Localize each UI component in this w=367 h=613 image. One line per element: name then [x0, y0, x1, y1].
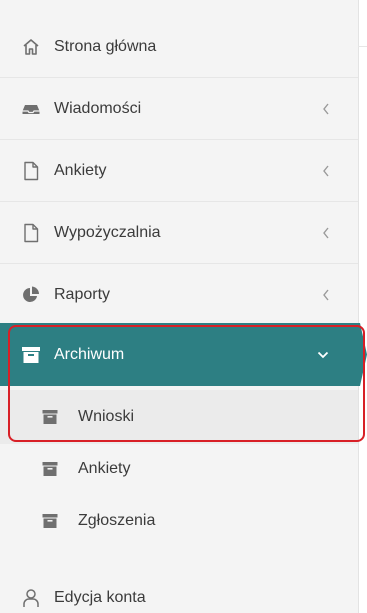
submenu-item-ankiety[interactable]: Ankiety — [0, 442, 358, 496]
menu-item-account[interactable]: Edycja konta — [0, 582, 358, 613]
menu-item-messages[interactable]: Wiadomości — [0, 78, 358, 140]
submenu-item-zgloszenia[interactable]: Zgłoszenia — [0, 494, 358, 548]
chevron-left-icon[interactable] — [320, 226, 332, 240]
content-edge — [358, 0, 367, 613]
sidebar: Strona główna Wiadomości Ankiety Wypożyc… — [0, 0, 358, 613]
content-divider — [358, 0, 359, 613]
selection-highlight — [8, 325, 365, 442]
chevron-left-icon[interactable] — [320, 164, 332, 178]
header-divider — [358, 46, 367, 47]
menu-item-label: Ankiety — [54, 161, 107, 179]
menu-item-home[interactable]: Strona główna — [0, 16, 358, 78]
menu-item-label: Wiadomości — [54, 99, 142, 117]
menu-item-surveys[interactable]: Ankiety — [0, 140, 358, 202]
file-icon — [20, 160, 42, 182]
menu-item-rental[interactable]: Wypożyczalnia — [0, 202, 358, 264]
file-icon — [20, 222, 42, 244]
archive-icon — [42, 513, 58, 529]
menu-item-label: Wypożyczalnia — [54, 223, 161, 241]
home-icon — [20, 36, 42, 58]
menu-item-label: Strona główna — [54, 37, 157, 55]
chevron-left-icon[interactable] — [320, 288, 332, 302]
submenu-item-label: Zgłoszenia — [78, 512, 156, 529]
chevron-left-icon[interactable] — [320, 102, 332, 116]
archive-icon — [42, 461, 58, 477]
menu-item-reports[interactable]: Raporty — [0, 264, 358, 326]
menu-item-label: Edycja konta — [54, 588, 146, 606]
submenu-item-label: Ankiety — [78, 460, 131, 477]
menu-item-label: Raporty — [54, 286, 111, 303]
pie-chart-icon — [20, 284, 42, 306]
user-icon — [20, 587, 42, 609]
inbox-icon — [20, 98, 42, 120]
